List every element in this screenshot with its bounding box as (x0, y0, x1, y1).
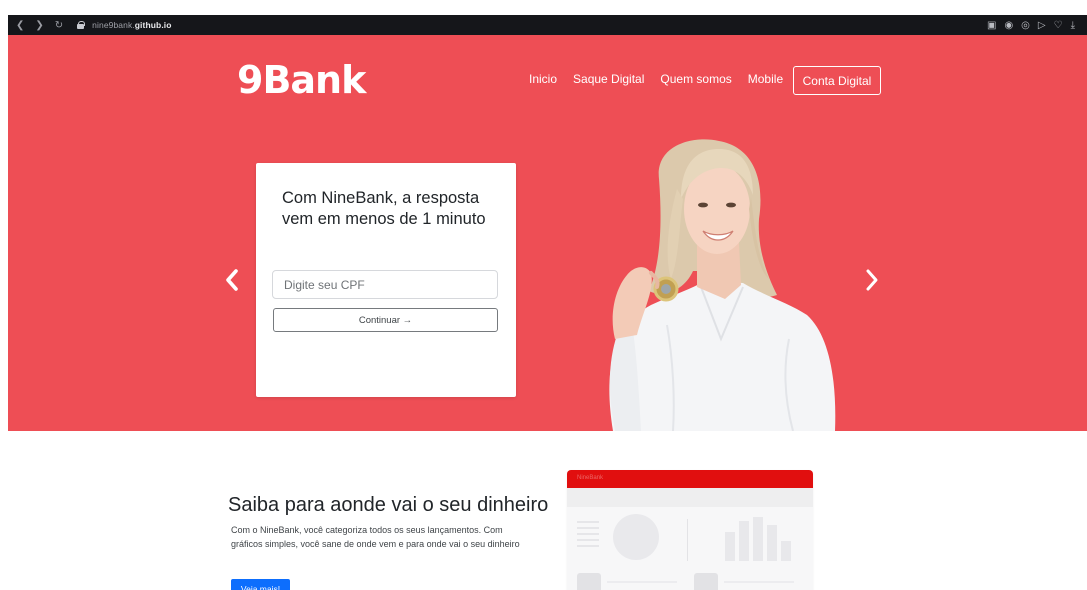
conta-digital-button[interactable]: Conta Digital (793, 66, 881, 95)
url-prefix: nine9bank. (92, 20, 135, 30)
extensions: ▣ ◉ ◎ ▷ ♡ ⤓ (987, 20, 1087, 31)
carousel-prev-button[interactable] (222, 265, 244, 295)
feature-description: Com o NineBank, você categoriza todos os… (231, 525, 520, 549)
cpf-input[interactable] (272, 270, 498, 299)
browser-nav: ❮ ❯ ↻ (8, 20, 63, 31)
preview-charts (567, 507, 813, 590)
chevron-right-icon (866, 269, 878, 291)
hero-title: Com NineBank, a resposta vem em menos de… (282, 189, 486, 228)
heart-icon[interactable]: ♡ (1054, 20, 1063, 31)
settings-icon[interactable]: ◎ (1021, 20, 1030, 31)
nav-saque-digital[interactable]: Saque Digital (573, 72, 644, 86)
dashboard-preview-image: NineBank (567, 470, 813, 590)
preview-header: NineBank (567, 470, 813, 488)
continue-button[interactable]: Continuar → (273, 308, 498, 332)
nav-quem-somos[interactable]: Quem somos (660, 72, 731, 86)
preview-subheader (567, 488, 813, 507)
chevron-left-icon (226, 269, 238, 291)
forward-icon[interactable]: ❯ (35, 20, 43, 31)
photo-icon[interactable]: ▣ (987, 20, 996, 31)
url-domain: github.io (134, 20, 172, 30)
carousel-next-button[interactable] (860, 265, 882, 295)
lock-icon (77, 21, 86, 29)
hero-section: 9Bank Inicio Saque Digital Quem somos Mo… (8, 35, 1087, 431)
signup-card: Com NineBank, a resposta vem em menos de… (256, 163, 516, 397)
download-icon[interactable]: ⤓ (1071, 20, 1075, 31)
back-icon[interactable]: ❮ (16, 20, 24, 31)
brand-logo[interactable]: 9Bank (237, 61, 366, 99)
address-bar[interactable]: nine9bank.github.io (92, 20, 171, 30)
camera-icon[interactable]: ◉ (1004, 20, 1013, 31)
hero-woman-image (609, 139, 836, 431)
feature-title: Saiba para aonde vai o seu dinheiro (228, 494, 549, 516)
nav-inicio[interactable]: Inicio (529, 72, 557, 86)
browser-toolbar: ❮ ❯ ↻ nine9bank.github.io ▣ ◉ ◎ ▷ ♡ ⤓ (8, 15, 1087, 35)
page: ❮ ❯ ↻ nine9bank.github.io ▣ ◉ ◎ ▷ ♡ ⤓ 9B… (0, 0, 1087, 590)
send-icon[interactable]: ▷ (1038, 20, 1046, 31)
see-more-button[interactable]: Veja mais! (231, 579, 290, 590)
main-nav: Inicio Saque Digital Quem somos Mobile (529, 72, 783, 86)
nav-mobile[interactable]: Mobile (748, 72, 783, 86)
reload-icon[interactable]: ↻ (55, 20, 63, 31)
